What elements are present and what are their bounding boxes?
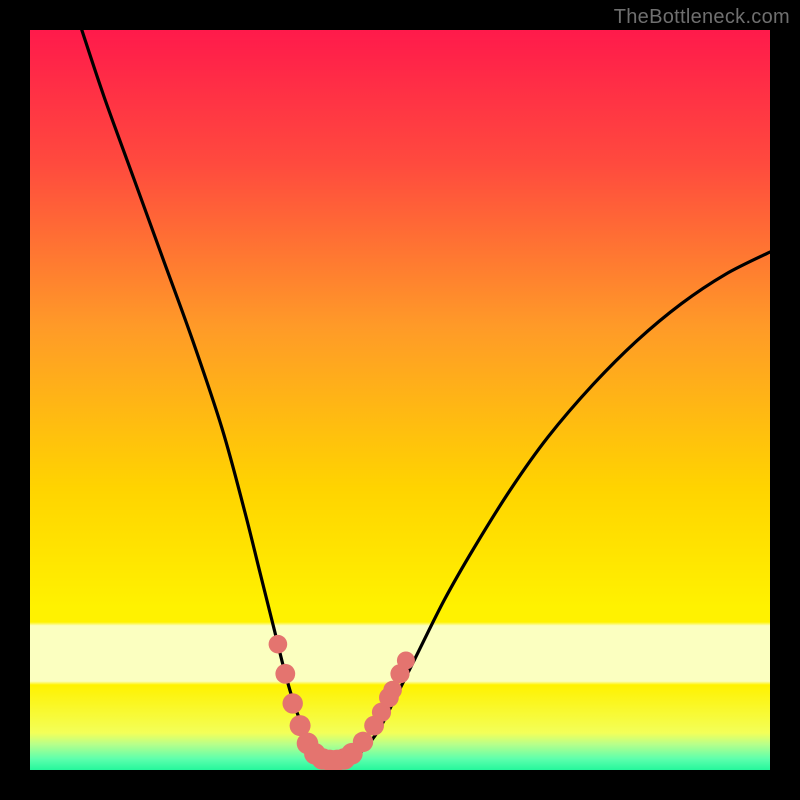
chart-frame: TheBottleneck.com [0,0,800,800]
data-marker [353,732,373,752]
data-marker [275,664,295,684]
plot-area [30,30,770,770]
data-marker [269,635,288,654]
credit-watermark: TheBottleneck.com [614,6,790,29]
data-marker [283,693,303,713]
chart-svg [30,30,770,770]
data-marker [383,681,402,700]
data-marker [397,651,415,669]
